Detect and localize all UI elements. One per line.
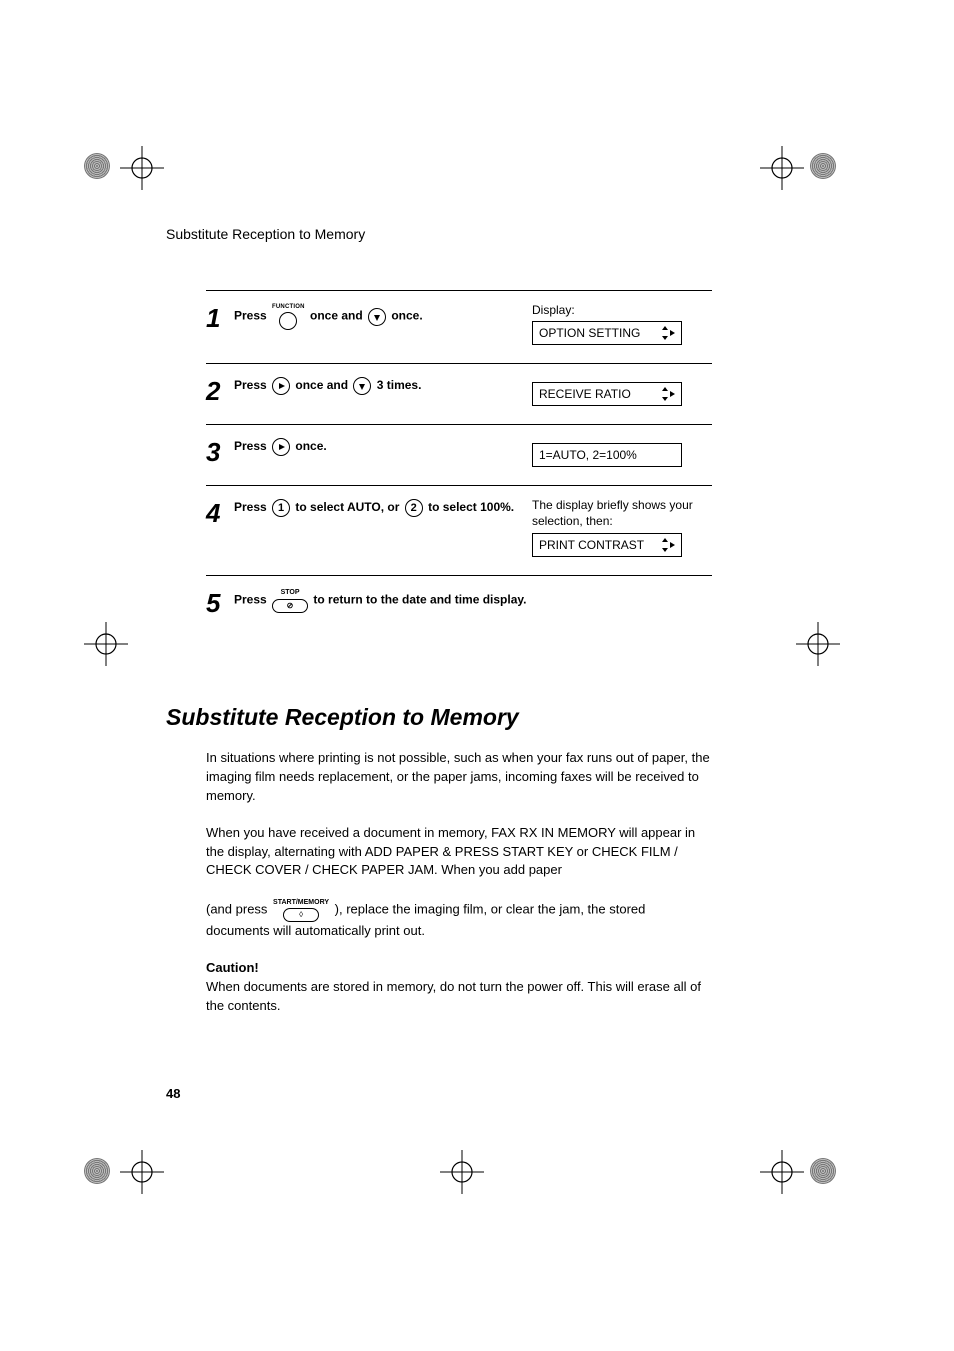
- text: to return to the date and time display.: [313, 593, 526, 607]
- steps-table: 1 Press FUNCTION once and once. Display:…: [206, 290, 712, 634]
- corner-disc: [810, 1158, 836, 1184]
- text: Press: [234, 500, 270, 514]
- running-header: Substitute Reception to Memory: [166, 226, 365, 242]
- register-mark: [760, 1150, 804, 1194]
- register-mark: [120, 146, 164, 190]
- body-paragraph: (and press START/MEMORY ◊ ), replace the…: [206, 898, 712, 941]
- step-1: 1 Press FUNCTION once and once. Display:…: [206, 291, 712, 364]
- step-4: 4 Press 1 to select AUTO, or 2 to select…: [206, 486, 712, 576]
- start-memory-key-label: START/MEMORY: [273, 898, 329, 908]
- display-text: PRINT CONTRAST: [539, 538, 644, 552]
- step-instruction: Press 1 to select AUTO, or 2 to select 1…: [234, 498, 532, 517]
- register-mark: [760, 146, 804, 190]
- start-memory-key-icon: START/MEMORY ◊: [273, 898, 329, 922]
- body-paragraph: In situations where printing is not poss…: [206, 749, 712, 806]
- text: (and press: [206, 902, 271, 917]
- text: ), replace the imaging film, or clear th…: [206, 902, 645, 939]
- display-box: 1=AUTO, 2=100%: [532, 443, 682, 467]
- step-number: 5: [206, 588, 234, 616]
- display-box: PRINT CONTRAST: [532, 533, 682, 557]
- up-down-right-arrows-icon: [661, 538, 675, 552]
- step-instruction: Press FUNCTION once and once.: [234, 303, 532, 330]
- keypad-2-icon: 2: [405, 499, 423, 517]
- caution-text: When documents are stored in memory, do …: [206, 978, 712, 1016]
- corner-disc: [810, 153, 836, 179]
- step-5: 5 Press STOP ⊘ to return to the date and…: [206, 576, 712, 634]
- text: Press: [234, 439, 270, 453]
- corner-disc: [84, 153, 110, 179]
- register-mark: [84, 622, 128, 666]
- text: Press: [234, 593, 270, 607]
- text: to select AUTO, or: [295, 500, 402, 514]
- corner-disc: [84, 1158, 110, 1184]
- text: to select 100%.: [428, 500, 514, 514]
- display-text: RECEIVE RATIO: [539, 387, 631, 401]
- keypad-1-icon: 1: [272, 499, 290, 517]
- step-number: 1: [206, 303, 234, 331]
- down-arrow-key-icon: [368, 308, 386, 326]
- right-arrow-key-icon: [272, 438, 290, 456]
- text: once.: [391, 309, 422, 323]
- right-arrow-key-icon: [272, 377, 290, 395]
- up-down-right-arrows-icon: [661, 326, 675, 340]
- text: Press: [234, 378, 270, 392]
- caution-title: Caution!: [206, 959, 712, 978]
- display-text: 1=AUTO, 2=100%: [539, 448, 637, 462]
- text: 3 times.: [377, 378, 422, 392]
- step-instruction: Press STOP ⊘ to return to the date and t…: [234, 588, 712, 613]
- stop-key-icon: STOP ⊘: [272, 588, 308, 613]
- display-box: RECEIVE RATIO: [532, 382, 682, 406]
- down-arrow-key-icon: [353, 377, 371, 395]
- display-box: OPTION SETTING: [532, 321, 682, 345]
- step-number: 4: [206, 498, 234, 526]
- display-label: The display briefly shows your selection…: [532, 498, 712, 529]
- text: once and: [295, 378, 351, 392]
- step-instruction: Press once and 3 times.: [234, 376, 532, 395]
- register-mark: [440, 1150, 484, 1194]
- function-key-label: FUNCTION: [272, 303, 305, 312]
- register-mark: [796, 622, 840, 666]
- step-instruction: Press once.: [234, 437, 532, 456]
- caution-block: Caution! When documents are stored in me…: [206, 959, 712, 1016]
- up-down-right-arrows-icon: [661, 387, 675, 401]
- section-title: Substitute Reception to Memory: [166, 704, 712, 731]
- text: once.: [295, 439, 326, 453]
- step-3: 3 Press once. 1=AUTO, 2=100%: [206, 425, 712, 486]
- body-paragraph: When you have received a document in mem…: [206, 824, 712, 881]
- stop-key-label: STOP: [281, 588, 300, 599]
- function-key-icon: FUNCTION: [272, 303, 305, 330]
- text: once and: [310, 309, 366, 323]
- display-text: OPTION SETTING: [539, 326, 640, 340]
- display-label: Display:: [532, 303, 712, 317]
- step-number: 3: [206, 437, 234, 465]
- step-number: 2: [206, 376, 234, 404]
- page-number: 48: [166, 1086, 180, 1101]
- register-mark: [120, 1150, 164, 1194]
- text: Press: [234, 309, 270, 323]
- step-2: 2 Press once and 3 times. RECEIVE RATIO: [206, 364, 712, 425]
